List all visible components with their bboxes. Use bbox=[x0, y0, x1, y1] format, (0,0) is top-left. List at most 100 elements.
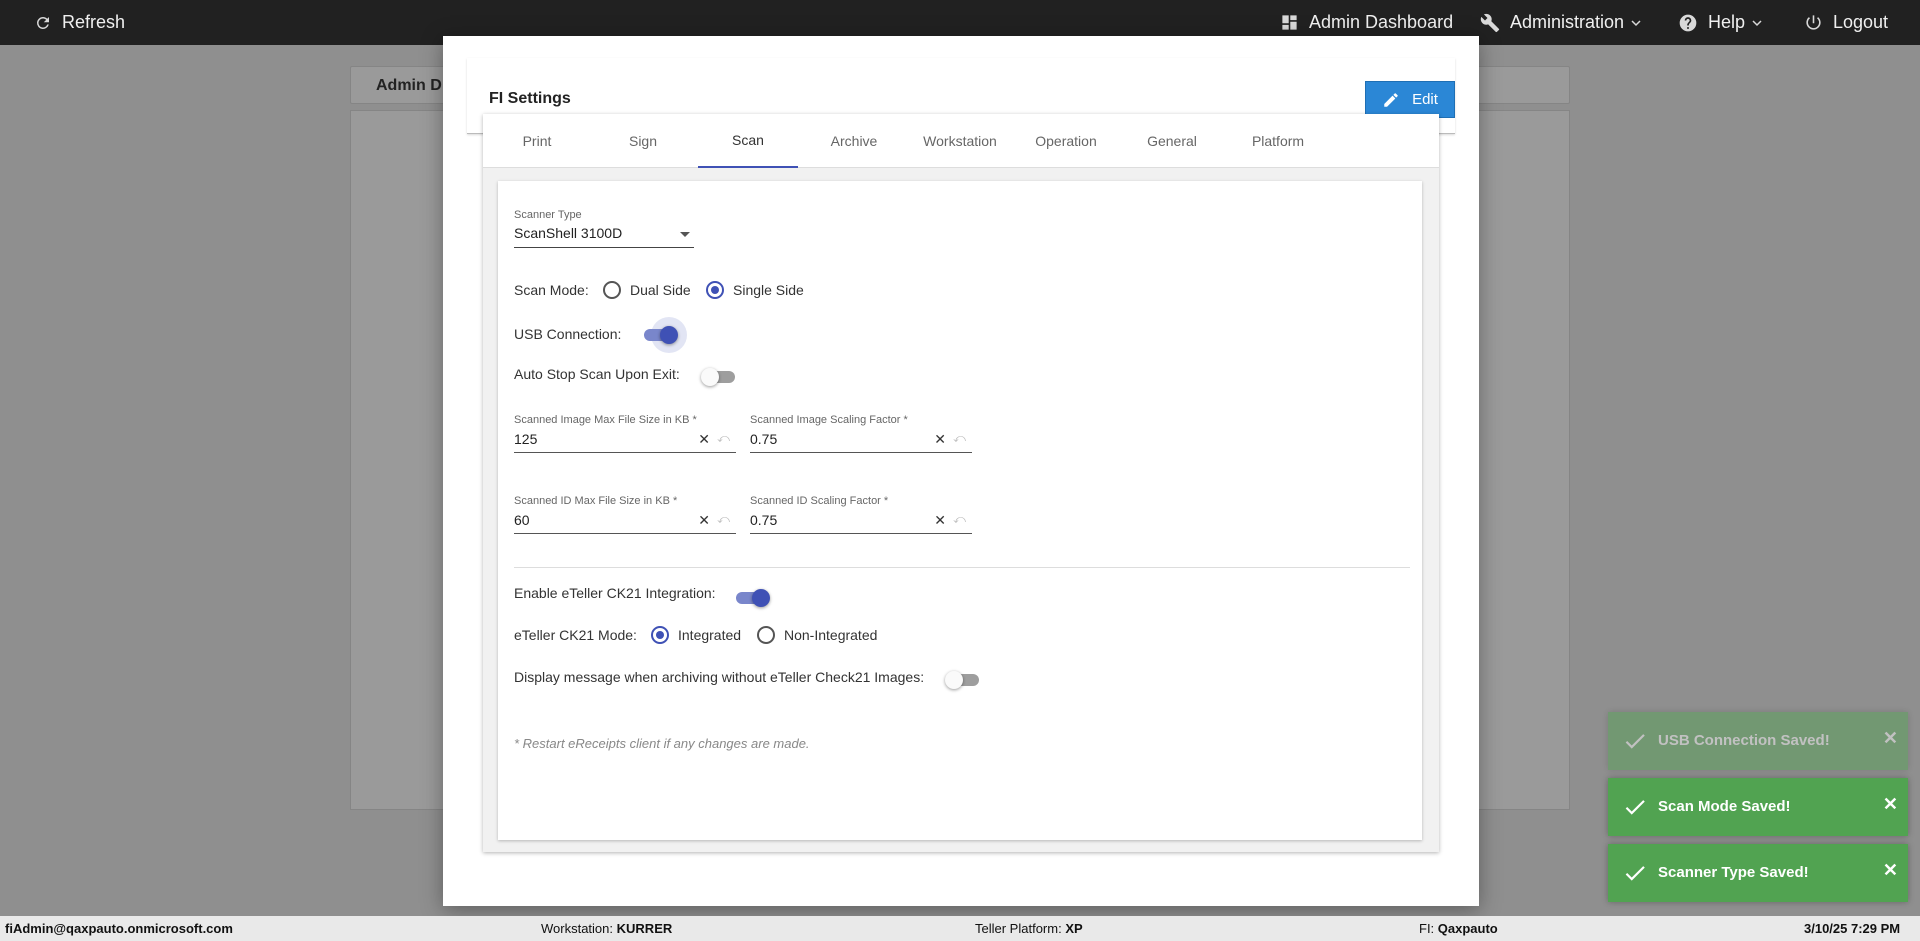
admin-dashboard-button[interactable]: Admin Dashboard bbox=[1280, 12, 1453, 33]
id-max-size-field[interactable]: 60 ✕ ⤺ bbox=[514, 510, 736, 534]
refresh-button[interactable]: Refresh bbox=[34, 12, 125, 33]
image-scaling-field[interactable]: 0.75 ✕ ⤺ bbox=[750, 429, 972, 453]
scan-settings-panel: Scanner Type ScanShell 3100D Scan Mode: … bbox=[498, 181, 1422, 840]
auto-stop-label: Auto Stop Scan Upon Exit: bbox=[514, 366, 680, 382]
id-max-size-label: Scanned ID Max File Size in KB * bbox=[514, 495, 678, 507]
background-panel-title: Admin D bbox=[376, 77, 442, 94]
restart-note: * Restart eReceipts client if any change… bbox=[514, 736, 810, 751]
id-scaling-value: 0.75 bbox=[750, 512, 778, 528]
toast-message: Scan Mode Saved! bbox=[1658, 798, 1791, 815]
tab-operation[interactable]: Operation bbox=[1016, 114, 1116, 168]
scanner-type-select[interactable]: ScanShell 3100D bbox=[514, 225, 694, 248]
tab-sign[interactable]: Sign bbox=[593, 114, 693, 168]
toggle-thumb bbox=[701, 368, 719, 386]
toast-scan-mode-saved: Scan Mode Saved! ✕ bbox=[1608, 778, 1908, 836]
tab-platform[interactable]: Platform bbox=[1228, 114, 1328, 168]
status-bar: fiAdmin@qaxpauto.onmicrosoft.com Worksta… bbox=[0, 916, 1920, 941]
image-scaling-value: 0.75 bbox=[750, 431, 778, 447]
ck21-mode-integrated-radio[interactable] bbox=[651, 626, 669, 644]
usb-connection-label: USB Connection: bbox=[514, 326, 622, 342]
check-icon bbox=[1625, 734, 1645, 749]
toast-message: Scanner Type Saved! bbox=[1658, 864, 1809, 881]
help-icon bbox=[1679, 14, 1697, 31]
pencil-icon bbox=[1384, 92, 1398, 107]
toast-close-icon[interactable]: ✕ bbox=[1883, 794, 1898, 815]
status-platform-value: XP bbox=[1065, 921, 1083, 936]
toast-close-icon[interactable]: ✕ bbox=[1883, 728, 1898, 749]
ck21-mode-integrated-label: Integrated bbox=[678, 627, 742, 643]
undo-icon[interactable]: ⤺ bbox=[953, 431, 966, 446]
clear-icon[interactable]: ✕ bbox=[934, 431, 946, 448]
edit-button[interactable]: Edit bbox=[1365, 81, 1455, 118]
toggle-thumb bbox=[945, 671, 963, 689]
tab-print[interactable]: Print bbox=[487, 114, 587, 168]
status-platform-label: Teller Platform: bbox=[975, 921, 1062, 936]
image-scaling-label: Scanned Image Scaling Factor * bbox=[750, 414, 908, 426]
ck21-integration-label: Enable eTeller CK21 Integration: bbox=[514, 585, 716, 601]
power-icon bbox=[1806, 15, 1821, 30]
scan-mode-dual-side-label: Dual Side bbox=[630, 282, 691, 298]
undo-icon[interactable]: ⤺ bbox=[717, 431, 730, 446]
toast-close-icon[interactable]: ✕ bbox=[1883, 860, 1898, 881]
ck21-mode-label: eTeller CK21 Mode: bbox=[514, 627, 637, 643]
check-icon bbox=[1625, 800, 1645, 815]
dialog-title: FI Settings bbox=[489, 90, 571, 107]
undo-icon[interactable]: ⤺ bbox=[953, 512, 966, 527]
clear-icon[interactable]: ✕ bbox=[698, 431, 710, 448]
status-workstation-value: KURRER bbox=[616, 921, 673, 936]
display-message-toggle[interactable] bbox=[945, 670, 981, 690]
administration-menu[interactable]: Administration bbox=[1480, 12, 1642, 33]
toggle-thumb bbox=[660, 326, 678, 344]
edit-label: Edit bbox=[1412, 91, 1438, 108]
status-fi-value: Qaxpauto bbox=[1437, 921, 1498, 936]
toast-scanner-type-saved: Scanner Type Saved! ✕ bbox=[1608, 844, 1908, 902]
id-max-size-value: 60 bbox=[514, 512, 530, 528]
wrench-icon bbox=[1480, 13, 1500, 32]
dropdown-caret-icon bbox=[680, 232, 690, 237]
toast-usb-connection-saved: USB Connection Saved! ✕ bbox=[1608, 712, 1908, 770]
tab-general[interactable]: General bbox=[1122, 114, 1222, 168]
id-scaling-label: Scanned ID Scaling Factor * bbox=[750, 495, 889, 507]
ck21-integration-toggle[interactable] bbox=[734, 588, 770, 608]
image-max-size-label: Scanned Image Max File Size in KB * bbox=[514, 414, 697, 426]
refresh-icon bbox=[36, 16, 49, 29]
clear-icon[interactable]: ✕ bbox=[698, 512, 710, 529]
tab-scan[interactable]: Scan bbox=[698, 114, 798, 168]
scan-mode-single-side-label: Single Side bbox=[733, 282, 804, 298]
administration-label: Administration bbox=[1510, 12, 1625, 32]
status-fi-label: FI: bbox=[1419, 921, 1435, 936]
id-scaling-field[interactable]: 0.75 ✕ ⤺ bbox=[750, 510, 972, 534]
check-icon bbox=[1625, 866, 1645, 881]
toggle-thumb bbox=[752, 589, 770, 607]
clear-icon[interactable]: ✕ bbox=[934, 512, 946, 529]
scanner-type-value: ScanShell 3100D bbox=[514, 225, 623, 241]
fi-settings-dialog: FI Settings Edit Print Sign Scan Archive… bbox=[443, 36, 1479, 906]
scan-mode-single-side-radio[interactable] bbox=[706, 281, 724, 299]
ck21-mode-non-integrated-radio[interactable] bbox=[757, 626, 775, 644]
status-workstation-label: Workstation: bbox=[541, 921, 614, 936]
status-datetime: 3/10/25 7:29 PM bbox=[1804, 921, 1901, 936]
scan-mode-dual-side-radio[interactable] bbox=[603, 281, 621, 299]
image-max-size-field[interactable]: 125 ✕ ⤺ bbox=[514, 429, 736, 453]
undo-icon[interactable]: ⤺ bbox=[717, 512, 730, 527]
usb-connection-toggle[interactable] bbox=[642, 317, 687, 353]
tab-archive[interactable]: Archive bbox=[804, 114, 904, 168]
section-divider bbox=[514, 567, 1410, 568]
chevron-down-icon bbox=[1631, 19, 1641, 26]
help-menu[interactable]: Help bbox=[1678, 12, 1763, 33]
admin-dashboard-label: Admin Dashboard bbox=[1309, 12, 1454, 32]
help-label: Help bbox=[1708, 12, 1746, 32]
image-max-size-value: 125 bbox=[514, 431, 538, 447]
dashboard-icon bbox=[1282, 15, 1297, 30]
display-message-label: Display message when archiving without e… bbox=[514, 669, 925, 685]
refresh-label: Refresh bbox=[62, 12, 126, 32]
chevron-down-icon bbox=[1752, 19, 1762, 26]
auto-stop-toggle[interactable] bbox=[701, 367, 737, 387]
scan-mode-label: Scan Mode: bbox=[514, 282, 589, 298]
scanner-type-label: Scanner Type bbox=[514, 209, 582, 221]
status-user: fiAdmin@qaxpauto.onmicrosoft.com bbox=[5, 921, 233, 936]
tab-workstation[interactable]: Workstation bbox=[910, 114, 1010, 168]
logout-button[interactable]: Logout bbox=[1804, 12, 1888, 33]
settings-tabs-card: Print Sign Scan Archive Workstation Oper… bbox=[483, 114, 1439, 852]
tab-bar: Print Sign Scan Archive Workstation Oper… bbox=[483, 114, 1439, 168]
